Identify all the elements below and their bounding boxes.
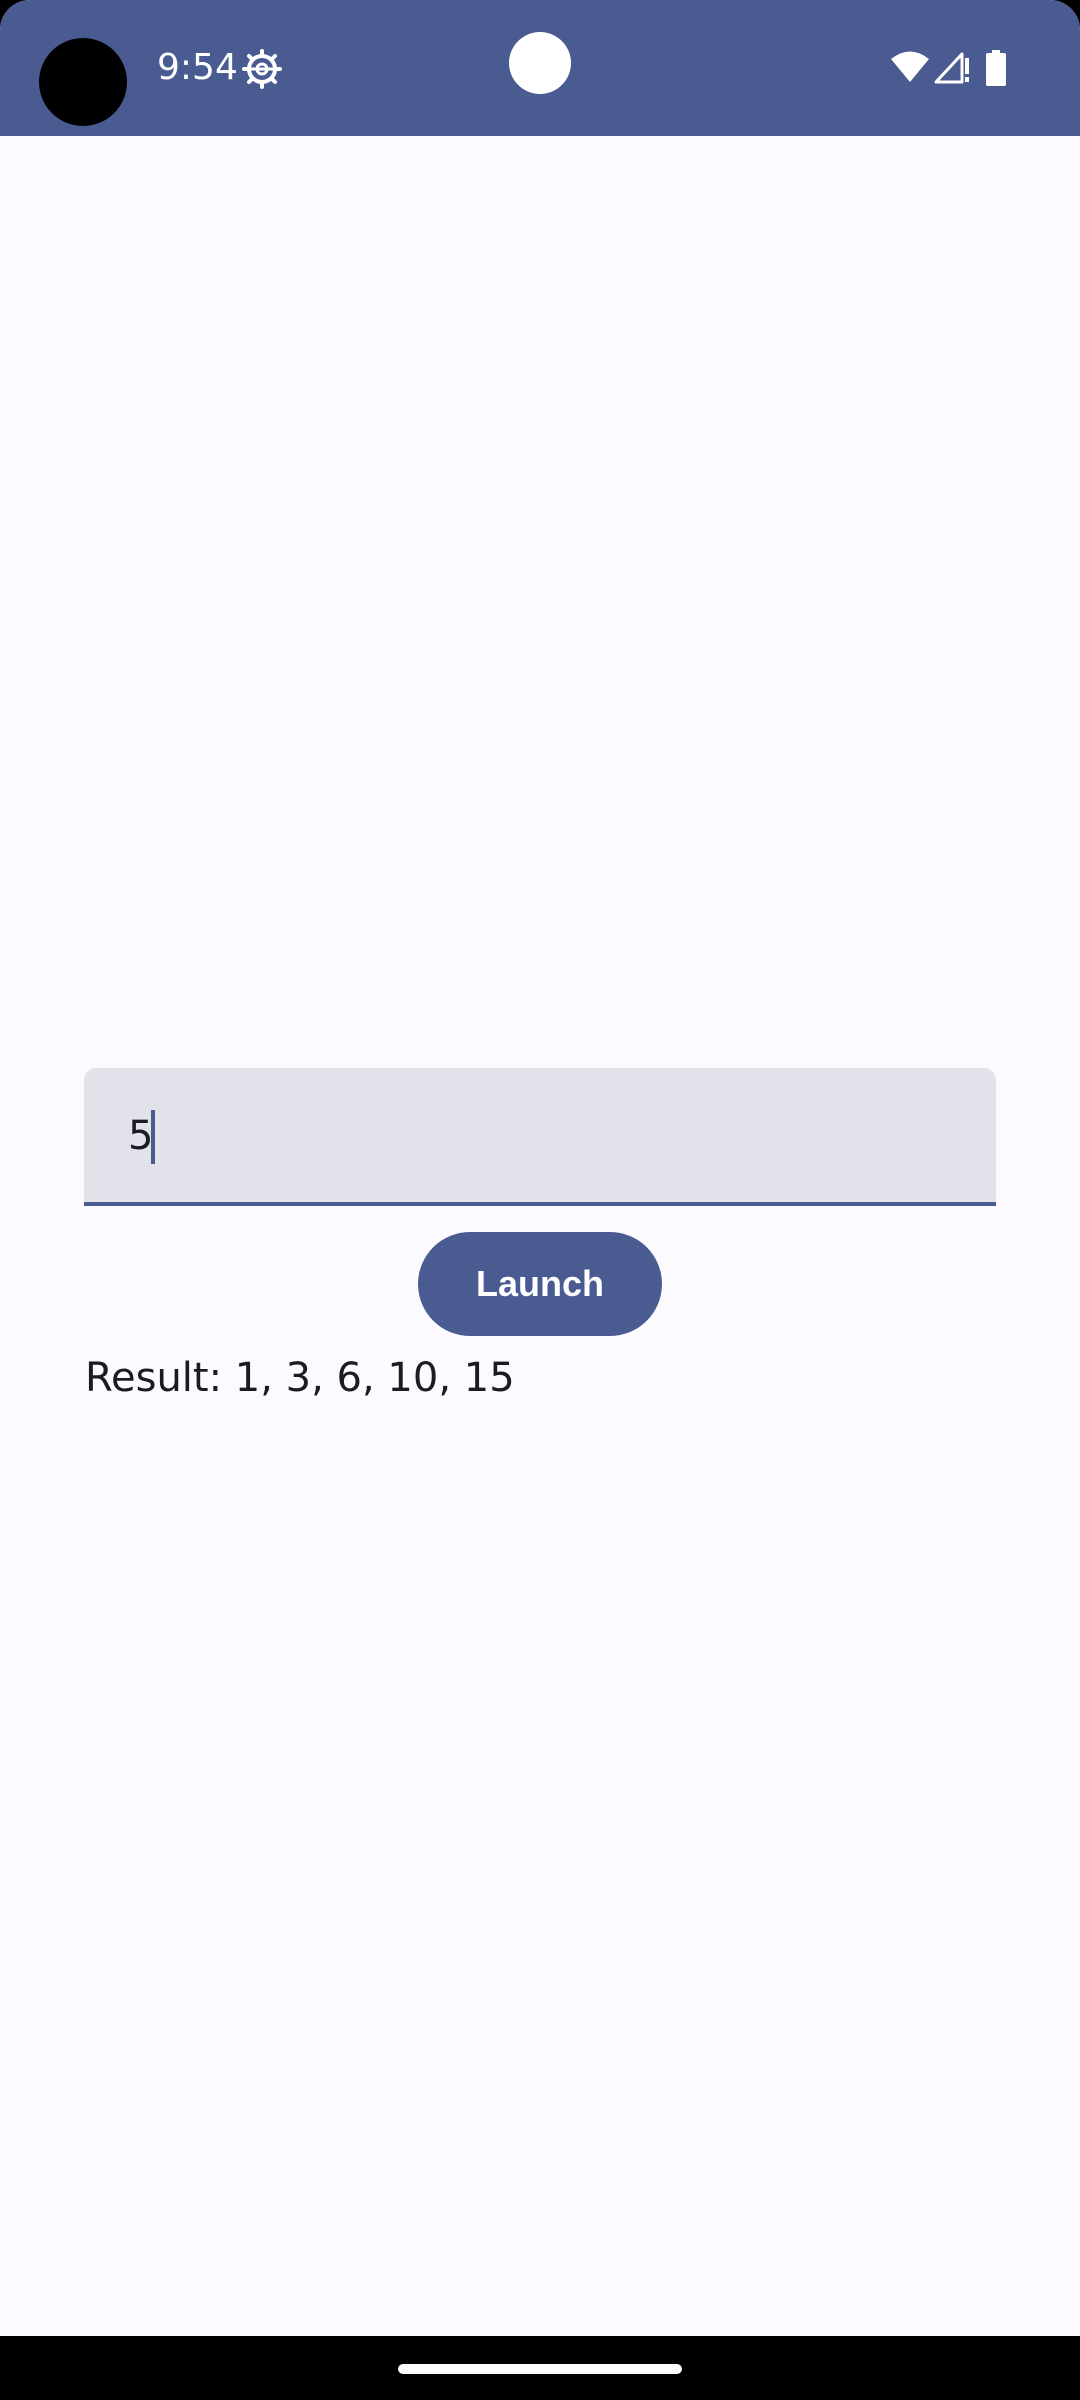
text-cursor [151,1110,155,1164]
app-screen: 9:54 5 Launch Result: 1, 3, 6, 10, 15 [0,0,1080,2400]
launch-button[interactable]: Launch [418,1232,662,1336]
home-gesture-handle[interactable] [398,2364,682,2374]
result-text: Result: 1, 3, 6, 10, 15 [85,1355,515,1401]
navigation-bar [0,2336,1080,2400]
number-input-field[interactable]: 5 [84,1068,996,1206]
settings-icon [242,49,282,89]
camera-cutout [39,38,127,126]
signal-icon [934,52,969,84]
battery-icon [986,50,1006,86]
number-input-value[interactable]: 5 [128,1113,153,1159]
wifi-icon [891,51,929,82]
status-time: 9:54 [157,47,238,88]
front-sensor [509,32,571,94]
status-bar: 9:54 [0,0,1080,136]
